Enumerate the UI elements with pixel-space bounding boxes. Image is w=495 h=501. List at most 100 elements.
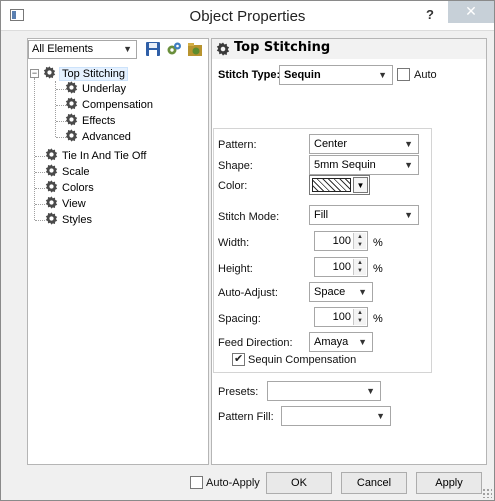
tree-item-label: View xyxy=(62,198,86,210)
stitch-type-value: Sequin xyxy=(284,69,321,81)
chevron-down-icon: ▼ xyxy=(404,139,413,149)
width-unit: % xyxy=(373,237,383,249)
title-bar: Object Properties ? ✕ xyxy=(1,1,494,31)
gear-icon xyxy=(45,212,58,225)
spacing-label: Spacing: xyxy=(218,313,261,325)
gear-icon xyxy=(45,180,58,193)
properties-icon[interactable] xyxy=(187,41,203,57)
resize-grip-icon[interactable] xyxy=(482,488,492,498)
color-label: Color: xyxy=(218,180,248,192)
tree-item-styles[interactable]: Styles xyxy=(45,212,92,228)
tree-item-effects[interactable]: Effects xyxy=(65,113,115,129)
apply-button[interactable]: Apply xyxy=(416,472,482,494)
sequin-compensation-checkbox[interactable] xyxy=(232,352,245,366)
tree-connector xyxy=(35,204,45,205)
pattern-value: Center xyxy=(314,138,348,150)
gear-icon xyxy=(65,81,78,94)
stepper-arrows-icon[interactable]: ▲ ▼ xyxy=(353,309,366,325)
pattern-fill-select[interactable]: ▼ xyxy=(281,406,391,426)
spacing-stepper[interactable]: 100 ▲ ▼ xyxy=(314,307,368,327)
feed-direction-label: Feed Direction: xyxy=(218,337,293,349)
object-properties-window: Object Properties ? ✕ All Elements ▼ − T… xyxy=(0,0,495,501)
color-picker[interactable]: ▼ xyxy=(309,175,370,195)
height-value: 100 xyxy=(332,261,351,273)
stepper-arrows-icon[interactable]: ▲ ▼ xyxy=(353,259,366,275)
feed-direction-value: Amaya xyxy=(314,336,349,348)
filter-select[interactable]: All Elements ▼ xyxy=(28,40,137,59)
tree-item-label: Scale xyxy=(62,166,90,178)
tree-connector xyxy=(34,78,35,220)
tree-connector xyxy=(35,172,45,173)
chevron-down-icon: ▼ xyxy=(376,411,385,421)
cancel-button[interactable]: Cancel xyxy=(341,472,407,494)
chevron-down-icon: ▼ xyxy=(378,70,387,80)
tree-connector xyxy=(35,188,45,189)
gear-icon xyxy=(45,148,58,161)
tree-item-tie-in-and-tie-off[interactable]: Tie In And Tie Off xyxy=(45,148,146,164)
gear-icon xyxy=(43,66,56,79)
gear-icon xyxy=(65,129,78,142)
auto-label: Auto xyxy=(414,69,437,81)
pattern-fill-label: Pattern Fill: xyxy=(218,411,274,423)
tree-item-label: Styles xyxy=(62,214,92,226)
tree-item-label: Top Stitching xyxy=(59,67,128,81)
chevron-down-icon: ▼ xyxy=(353,177,368,193)
gear-icon xyxy=(65,113,78,126)
width-label: Width: xyxy=(218,237,250,249)
elements-icon[interactable] xyxy=(166,41,182,57)
tree-item-top-stitching[interactable]: Top Stitching xyxy=(43,66,128,82)
tree-collapse-icon[interactable]: − xyxy=(30,69,39,78)
tree-item-view[interactable]: View xyxy=(45,196,86,212)
tree-item-label: Underlay xyxy=(82,83,127,95)
pattern-label: Pattern: xyxy=(218,139,257,151)
width-stepper[interactable]: 100 ▲ ▼ xyxy=(314,231,368,251)
spacing-unit: % xyxy=(373,313,383,325)
shape-value: 5mm Sequin xyxy=(314,159,376,171)
stitch-type-label: Stitch Type: xyxy=(218,69,281,81)
tree-item-label: Compensation xyxy=(82,99,153,111)
height-stepper[interactable]: 100 ▲ ▼ xyxy=(314,257,368,277)
auto-checkbox[interactable] xyxy=(397,68,410,81)
properties-title: Top Stitching xyxy=(234,40,331,55)
help-button[interactable]: ? xyxy=(421,5,439,25)
height-label: Height: xyxy=(218,263,253,275)
properties-header: Top Stitching xyxy=(212,39,486,59)
stitch-mode-select[interactable]: Fill ▼ xyxy=(309,205,419,225)
chevron-down-icon: ▼ xyxy=(358,287,367,297)
chevron-down-icon: ▼ xyxy=(404,160,413,170)
auto-adjust-value: Space xyxy=(314,286,346,298)
stitch-mode-value: Fill xyxy=(314,209,329,221)
tree-connector xyxy=(35,156,45,157)
auto-adjust-label: Auto-Adjust: xyxy=(218,287,278,299)
tree-item-compensation[interactable]: Compensation xyxy=(65,97,153,113)
save-icon[interactable] xyxy=(145,41,161,57)
shape-select[interactable]: 5mm Sequin ▼ xyxy=(309,155,419,175)
tree-item-advanced[interactable]: Advanced xyxy=(65,129,131,145)
auto-apply-label: Auto-Apply xyxy=(206,477,260,489)
stitch-type-select[interactable]: Sequin ▼ xyxy=(279,65,393,85)
auto-apply-checkbox[interactable] xyxy=(190,476,203,489)
tree-item-label: Advanced xyxy=(82,131,131,143)
stitch-mode-label: Stitch Mode: xyxy=(218,211,280,223)
feed-direction-select[interactable]: Amaya ▼ xyxy=(309,332,373,352)
presets-select[interactable]: ▼ xyxy=(267,381,381,401)
chevron-down-icon: ▼ xyxy=(358,337,367,347)
sequin-compensation-label: Sequin Compensation xyxy=(248,354,357,366)
pattern-select[interactable]: Center ▼ xyxy=(309,134,419,154)
filter-select-value: All Elements xyxy=(32,43,94,55)
width-value: 100 xyxy=(332,235,351,247)
spacing-value: 100 xyxy=(332,311,351,323)
tree-connector xyxy=(35,220,45,221)
tree-item-scale[interactable]: Scale xyxy=(45,164,90,180)
color-swatch xyxy=(312,178,351,192)
tree-item-label: Colors xyxy=(62,182,94,194)
tree-item-underlay[interactable]: Underlay xyxy=(65,81,126,97)
tree-item-label: Tie In And Tie Off xyxy=(62,150,147,162)
stepper-arrows-icon[interactable]: ▲ ▼ xyxy=(353,233,366,249)
auto-adjust-select[interactable]: Space ▼ xyxy=(309,282,373,302)
tree-item-colors[interactable]: Colors xyxy=(45,180,94,196)
chevron-down-icon: ▼ xyxy=(123,44,132,54)
chevron-down-icon: ▼ xyxy=(366,386,375,396)
ok-button[interactable]: OK xyxy=(266,472,332,494)
close-button[interactable]: ✕ xyxy=(448,1,494,23)
